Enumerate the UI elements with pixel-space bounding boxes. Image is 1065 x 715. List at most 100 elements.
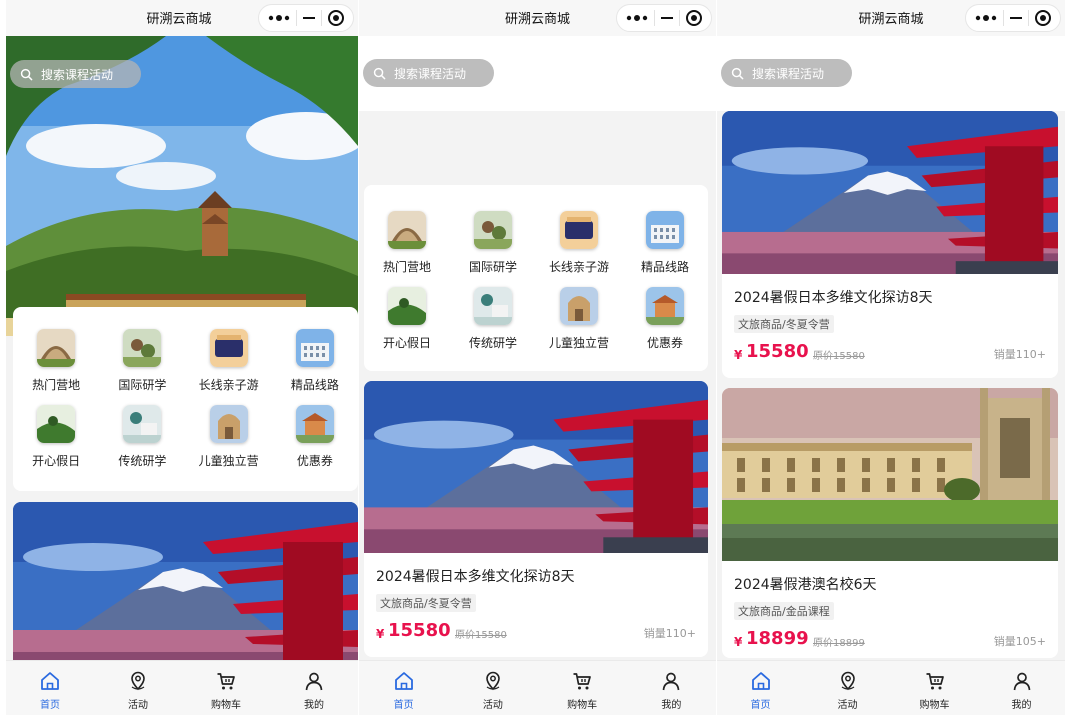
original-price: 原价15580 [813, 351, 865, 362]
category-label: 精品线路 [640, 260, 689, 274]
tab-label: 购物车 [211, 700, 241, 711]
camp-photo-icon [37, 329, 75, 367]
premium-route-photo-icon [296, 329, 334, 367]
minimize-icon[interactable] [303, 17, 315, 19]
category-label: 长线亲子游 [548, 260, 609, 274]
home-icon [393, 670, 415, 692]
happy-holiday-photo-icon [388, 287, 426, 325]
family-trip-photo-icon [210, 329, 248, 367]
search-bar: 搜索课程活动 [717, 36, 1065, 111]
tab-activity[interactable]: 活动 [804, 661, 891, 715]
category-label: 儿童独立营 [198, 454, 259, 468]
category-item-holiday[interactable]: 开心假日 [364, 287, 450, 351]
capsule-divider [1028, 10, 1029, 26]
tab-profile[interactable]: 我的 [627, 661, 716, 715]
category-item-coupon[interactable]: 优惠券 [272, 405, 358, 469]
nav-bar: 研溯云商城 [359, 0, 716, 36]
category-item-premium[interactable]: 精品线路 [272, 329, 358, 393]
coupon-photo-icon [296, 405, 334, 443]
more-dots-icon[interactable] [626, 13, 648, 23]
tab-label: 购物车 [919, 700, 950, 711]
screen-home-scrolled: 研溯云商城 搜索课程活动 热门营地 国际研学 长线亲子游 精品线路 开心假日 传… [359, 0, 716, 715]
product-card[interactable]: 2024暑假日本多维文化探访8天 文旅商品/冬夏令营 ¥ 15580 原价155… [364, 381, 708, 657]
tab-home[interactable]: 首页 [6, 661, 94, 715]
screen-home-products: 研溯云商城 搜索课程活动 2024暑假日本多维文化探访8天 文旅商品/冬夏令营 … [717, 0, 1065, 715]
product-tag: 文旅商品/冬夏令营 [376, 594, 476, 612]
category-item-international[interactable]: 国际研学 [450, 211, 536, 275]
search-placeholder: 搜索课程活动 [752, 66, 825, 81]
currency-symbol: ¥ [734, 635, 743, 649]
product-card[interactable]: 2024暑假港澳名校6天 文旅商品/金品课程 ¥ 18899 原价18899 销… [722, 388, 1058, 658]
tab-label: 首页 [393, 700, 414, 711]
product-image [364, 381, 708, 553]
tab-profile[interactable]: 我的 [978, 661, 1065, 715]
user-icon [660, 670, 682, 692]
search-input[interactable]: 搜索课程活动 [363, 59, 494, 87]
happy-holiday-photo-icon [37, 405, 75, 443]
capsule-divider [321, 10, 322, 26]
category-item-kids[interactable]: 儿童独立营 [536, 287, 622, 351]
product-title: 2024暑假日本多维文化探访8天 [376, 569, 575, 585]
user-icon [1011, 670, 1033, 692]
tab-home[interactable]: 首页 [717, 661, 804, 715]
product-image [722, 388, 1058, 561]
minimize-icon[interactable] [1010, 17, 1022, 19]
category-item-international[interactable]: 国际研学 [99, 329, 185, 393]
category-card: 热门营地 国际研学 长线亲子游 精品线路 开心假日 传统研学 儿童独立营 优惠券 [13, 307, 358, 491]
tab-profile[interactable]: 我的 [270, 661, 358, 715]
more-dots-icon[interactable] [975, 13, 997, 23]
cart-icon [924, 670, 946, 692]
close-target-icon[interactable] [686, 10, 702, 26]
tab-home[interactable]: 首页 [359, 661, 448, 715]
product-card[interactable]: 2024暑假日本多维文化探访8天 文旅商品/冬夏令营 ¥ 15580 原价155… [722, 111, 1058, 378]
product-price: 18899 [746, 628, 809, 649]
capsule-divider [1003, 10, 1004, 26]
category-item-coupon[interactable]: 优惠券 [622, 287, 708, 351]
category-label: 儿童独立营 [548, 336, 609, 350]
kids-camp-photo-icon [560, 287, 598, 325]
minimize-icon[interactable] [661, 17, 673, 19]
tab-label: 购物车 [567, 700, 598, 711]
international-study-photo-icon [474, 211, 512, 249]
home-icon [39, 670, 61, 692]
tab-cart[interactable]: 购物车 [538, 661, 627, 715]
location-pin-icon [127, 670, 149, 692]
tab-label: 活动 [128, 700, 148, 711]
tab-activity[interactable]: 活动 [94, 661, 182, 715]
search-input[interactable]: 搜索课程活动 [721, 59, 852, 87]
tab-label: 首页 [40, 700, 60, 711]
close-target-icon[interactable] [1035, 10, 1051, 26]
close-target-icon[interactable] [328, 10, 344, 26]
category-label: 开心假日 [382, 336, 431, 350]
search-bar: 搜索课程活动 [359, 36, 716, 111]
tab-cart[interactable]: 购物车 [182, 661, 270, 715]
category-label: 国际研学 [118, 378, 167, 392]
camp-photo-icon [388, 211, 426, 249]
category-item-camp[interactable]: 热门营地 [13, 329, 99, 393]
category-item-family[interactable]: 长线亲子游 [186, 329, 272, 393]
international-study-photo-icon [123, 329, 161, 367]
tab-label: 我的 [1011, 700, 1032, 711]
tab-label: 首页 [750, 700, 771, 711]
coupon-photo-icon [646, 287, 684, 325]
product-price: 15580 [388, 620, 451, 641]
category-card: 热门营地 国际研学 长线亲子游 精品线路 开心假日 传统研学 儿童独立营 优惠券 [364, 185, 708, 371]
category-item-family[interactable]: 长线亲子游 [536, 211, 622, 275]
category-item-traditional[interactable]: 传统研学 [99, 405, 185, 469]
cart-icon [571, 670, 593, 692]
search-input[interactable]: 搜索课程活动 [10, 60, 141, 88]
more-dots-icon[interactable] [268, 13, 290, 23]
nav-bar: 研溯云商城 [6, 0, 358, 36]
search-placeholder: 搜索课程活动 [394, 66, 467, 81]
category-item-premium[interactable]: 精品线路 [622, 211, 708, 275]
home-icon [750, 670, 772, 692]
category-item-traditional[interactable]: 传统研学 [450, 287, 536, 351]
tab-activity[interactable]: 活动 [448, 661, 537, 715]
capsule-divider [679, 10, 680, 26]
category-item-kids[interactable]: 儿童独立营 [186, 405, 272, 469]
tab-cart[interactable]: 购物车 [891, 661, 978, 715]
tab-label: 我的 [661, 700, 682, 711]
traditional-study-photo-icon [474, 287, 512, 325]
category-item-holiday[interactable]: 开心假日 [13, 405, 99, 469]
category-item-camp[interactable]: 热门营地 [364, 211, 450, 275]
